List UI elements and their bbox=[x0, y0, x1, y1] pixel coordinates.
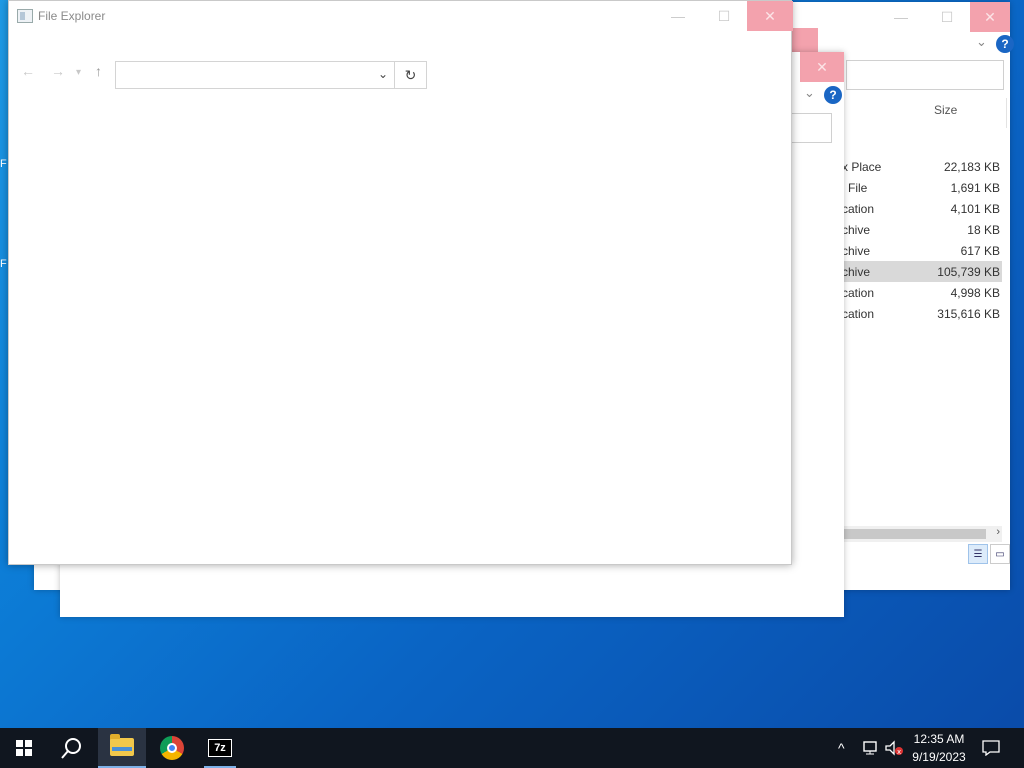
column-header-size[interactable]: Size bbox=[934, 103, 957, 117]
tray-overflow-chevron-icon[interactable]: ^ bbox=[838, 728, 845, 768]
address-bar[interactable]: ⌄ bbox=[115, 61, 395, 89]
maximize-button[interactable]: ☐ bbox=[924, 2, 970, 32]
file-row[interactable]: x Place 22,183 KB bbox=[834, 156, 1002, 177]
taskbar-7zip[interactable]: 7z bbox=[196, 728, 244, 768]
file-type: cation bbox=[842, 307, 875, 321]
file-explorer-app-icon bbox=[17, 9, 33, 23]
file-type: chive bbox=[842, 265, 871, 279]
maximize-button[interactable]: ☐ bbox=[701, 1, 747, 31]
file-row[interactable]: chive 18 KB bbox=[834, 219, 1002, 240]
file-size: 1,691 KB bbox=[950, 181, 1000, 195]
start-button[interactable] bbox=[0, 728, 48, 768]
scroll-right-icon[interactable]: › bbox=[996, 526, 1000, 538]
file-size: 4,101 KB bbox=[950, 202, 1000, 216]
file-type: cation bbox=[842, 202, 875, 216]
chrome-icon bbox=[160, 736, 184, 760]
help-icon[interactable]: ? bbox=[996, 35, 1014, 53]
refresh-button[interactable]: ↻ bbox=[395, 61, 427, 89]
recent-locations-icon[interactable]: ▾ bbox=[76, 67, 81, 78]
file-type: chive bbox=[842, 223, 871, 237]
minimize-button[interactable]: — bbox=[655, 1, 701, 31]
close-button[interactable]: ✕ bbox=[747, 1, 793, 31]
network-icon[interactable] bbox=[862, 728, 880, 768]
file-row[interactable]: l File 1,691 KB bbox=[834, 177, 1002, 198]
ribbon-expand-icon[interactable]: ⌄ bbox=[804, 85, 815, 101]
file-size: 105,739 KB bbox=[937, 265, 1000, 279]
folder-icon bbox=[110, 734, 134, 756]
column-divider[interactable] bbox=[1006, 98, 1007, 128]
taskbar-clock[interactable]: 12:35 AM 9/19/2023 bbox=[904, 730, 974, 766]
file-explorer-window[interactable]: File Explorer — ☐ ✕ ← → ▾ ↑ ⌄ ↻ bbox=[8, 0, 793, 565]
windows-logo-icon bbox=[16, 740, 32, 756]
close-button[interactable]: ✕ bbox=[970, 2, 1010, 32]
search-icon bbox=[61, 738, 81, 759]
minimize-button[interactable]: — bbox=[878, 2, 924, 32]
large-icons-view-icon[interactable]: ▭ bbox=[990, 544, 1010, 564]
clock-time: 12:35 AM bbox=[913, 732, 965, 746]
file-row-selected[interactable]: chive 105,739 KB bbox=[834, 261, 1002, 282]
clock-date: 9/19/2023 bbox=[912, 750, 966, 764]
desktop-icon-label[interactable]: F bbox=[0, 258, 8, 272]
file-type: x Place bbox=[842, 160, 882, 174]
forward-arrow-icon[interactable]: → bbox=[51, 63, 65, 79]
close-button[interactable]: ✕ bbox=[800, 52, 844, 82]
file-type: cation bbox=[842, 286, 875, 300]
file-row[interactable]: cation 315,616 KB bbox=[834, 303, 1002, 324]
ribbon-expand-icon[interactable]: ⌄ bbox=[976, 34, 987, 50]
file-size: 617 KB bbox=[960, 244, 1000, 258]
volume-muted-icon[interactable]: x bbox=[884, 728, 904, 768]
7zip-icon: 7z bbox=[208, 739, 232, 757]
up-arrow-icon[interactable]: ↑ bbox=[95, 63, 102, 79]
address-dropdown-icon[interactable]: ⌄ bbox=[378, 67, 388, 81]
back-arrow-icon[interactable]: ← bbox=[21, 63, 35, 79]
file-row[interactable]: cation 4,998 KB bbox=[834, 282, 1002, 303]
taskbar: 7z ^ x 12:35 AM 9/19/2023 bbox=[0, 728, 1024, 768]
action-center-icon[interactable] bbox=[982, 728, 1000, 768]
taskbar-chrome[interactable] bbox=[148, 728, 196, 768]
search-input[interactable] bbox=[791, 113, 832, 143]
file-size: 18 KB bbox=[967, 223, 1000, 237]
desktop-icon-label[interactable]: F bbox=[0, 158, 8, 172]
help-icon[interactable]: ? bbox=[824, 86, 842, 104]
file-row[interactable]: cation 4,101 KB bbox=[834, 198, 1002, 219]
file-type: l File bbox=[842, 181, 868, 195]
search-input[interactable] bbox=[846, 60, 1004, 90]
file-type: chive bbox=[842, 244, 871, 258]
file-size: 4,998 KB bbox=[950, 286, 1000, 300]
file-size: 22,183 KB bbox=[943, 160, 1000, 174]
scrollbar-thumb[interactable] bbox=[842, 529, 986, 539]
file-size: 315,616 KB bbox=[937, 307, 1000, 321]
horizontal-scrollbar[interactable]: › bbox=[842, 526, 1002, 542]
details-view-icon[interactable]: ☰ bbox=[968, 544, 988, 564]
window-title: File Explorer bbox=[38, 9, 106, 23]
search-button[interactable] bbox=[48, 728, 96, 768]
file-row[interactable]: chive 617 KB bbox=[834, 240, 1002, 261]
svg-text:x: x bbox=[897, 748, 901, 756]
taskbar-file-explorer[interactable] bbox=[98, 728, 146, 768]
